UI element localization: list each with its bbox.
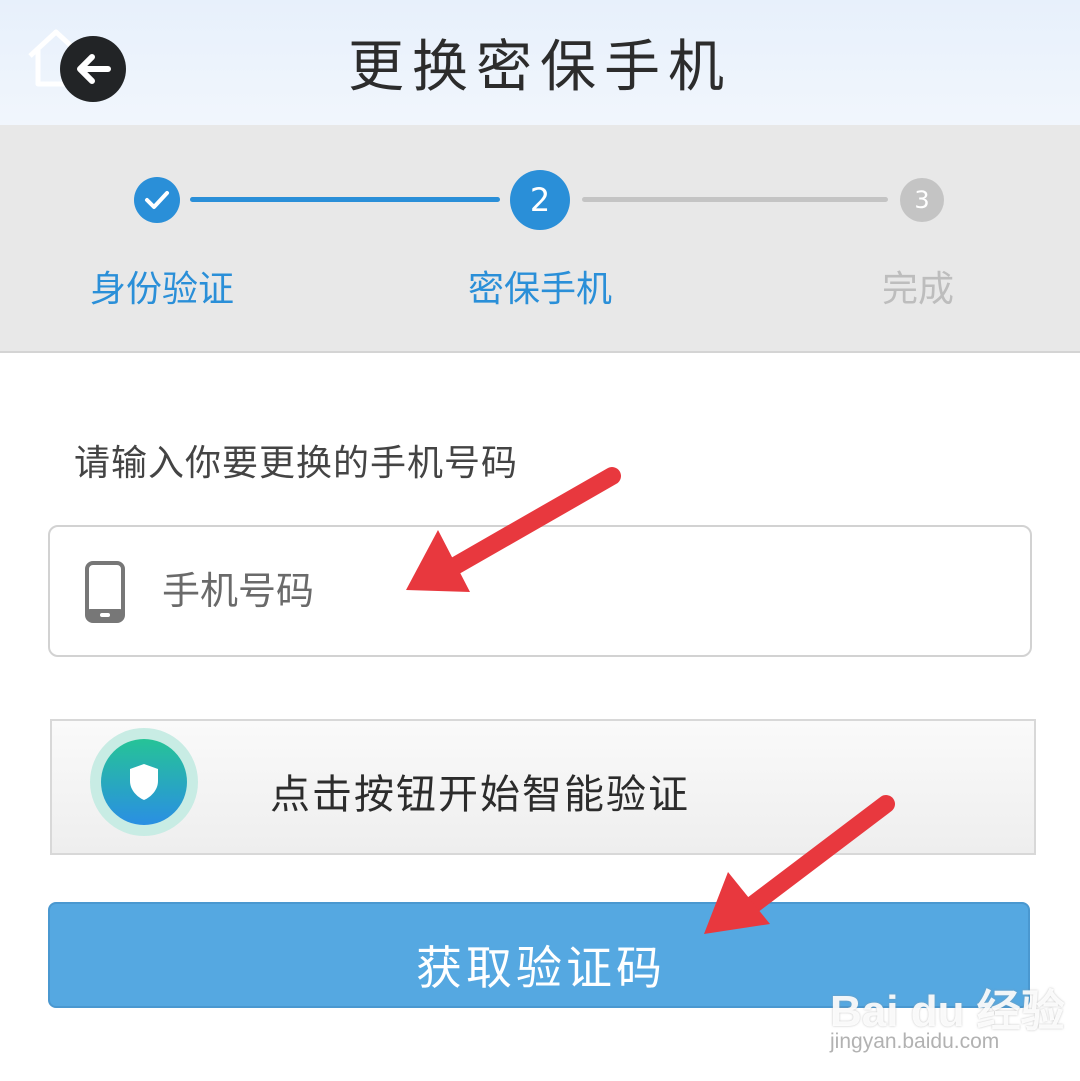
mobile-phone-icon <box>85 561 125 623</box>
step-2-number: 2 <box>529 181 551 219</box>
phone-number-input[interactable] <box>160 557 984 625</box>
app-header: 更换密保手机 <box>0 0 1080 125</box>
baidu-watermark-url: jingyan.baidu.com <box>830 1030 1000 1053</box>
step-3-indicator: 3 <box>900 178 944 222</box>
step-3-number: 3 <box>914 186 930 214</box>
shield-icon <box>130 764 158 800</box>
phone-section-label: 请输入你要更换的手机号码 <box>74 443 519 484</box>
step-2-label: 密保手机 <box>468 269 613 310</box>
step-connector-1 <box>190 197 500 202</box>
step-2-indicator: 2 <box>510 170 570 230</box>
step-1-label: 身份验证 <box>90 269 235 310</box>
step-connector-2 <box>582 197 888 202</box>
page-title: 更换密保手机 <box>348 35 732 100</box>
shield-badge <box>101 739 187 825</box>
step-1-indicator <box>134 177 180 223</box>
smart-verify-label: 点击按钮开始智能验证 <box>270 772 690 818</box>
progress-stepper: 2 3 身份验证 密保手机 完成 <box>0 125 1080 353</box>
check-icon <box>145 191 169 209</box>
phone-input-box[interactable] <box>48 525 1032 657</box>
step-3-label: 完成 <box>882 269 955 310</box>
